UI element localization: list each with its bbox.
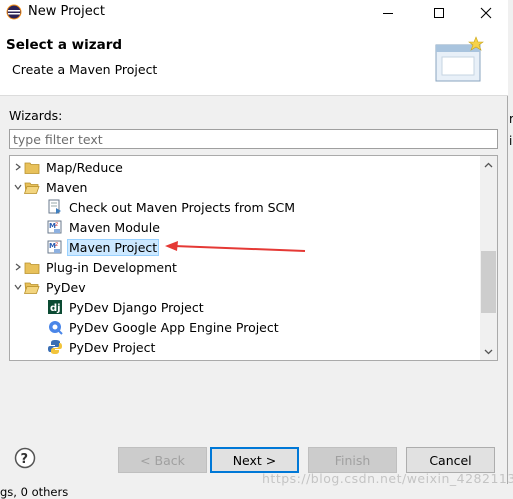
chevron-down-icon[interactable] — [12, 277, 24, 297]
tree-item-label: Check out Maven Projects from SCM — [69, 199, 296, 215]
tree-item-label: Maven — [46, 179, 88, 195]
tree-item-plug-in-development[interactable]: Plug-in Development — [12, 257, 179, 277]
eclipse-app-icon — [6, 4, 22, 20]
tree-item-label: Maven Module — [69, 219, 160, 235]
new-project-dialog: New Project Select a wizard Create a Mav… — [0, 0, 513, 486]
filter-input[interactable] — [9, 129, 498, 149]
chevron-up-icon — [484, 162, 493, 167]
tree-item-check-out-maven-projects[interactable]: Check out Maven Projects from SCM — [47, 197, 297, 217]
maven-module-icon: M2 — [47, 219, 63, 235]
finish-button[interactable]: Finish — [308, 447, 397, 473]
maven-project-icon: M2 — [47, 239, 63, 255]
tree-item-label: PyDev Project — [69, 339, 156, 355]
tree-item-label: PyDev Google App Engine Project — [69, 319, 279, 335]
close-icon — [480, 7, 492, 18]
folder-icon — [24, 159, 40, 175]
tree-item-map-reduce[interactable]: Map/Reduce — [12, 157, 125, 177]
tree-item-maven[interactable]: Maven — [12, 177, 89, 197]
maximize-button[interactable] — [419, 0, 459, 25]
wizards-label: Wizards: — [9, 108, 63, 123]
background-window-fragment: i — [509, 134, 513, 148]
scroll-up-button[interactable] — [480, 156, 497, 173]
tree-item-maven-project[interactable]: M2 Maven Project — [47, 237, 160, 257]
python-icon — [47, 339, 63, 355]
maximize-icon — [434, 7, 444, 18]
back-button[interactable]: < Back — [118, 447, 207, 473]
scroll-down-button[interactable] — [480, 343, 497, 360]
new-wizard-banner-icon — [432, 35, 492, 87]
tree-item-label-selected: Maven Project — [67, 238, 160, 256]
django-icon: dj — [47, 299, 63, 315]
svg-text:dj: dj — [50, 303, 61, 314]
tree-item-pydev-google-app-engine-project[interactable]: PyDev Google App Engine Project — [47, 317, 281, 337]
google-app-engine-icon — [47, 319, 63, 335]
cancel-button[interactable]: Cancel — [406, 447, 495, 473]
tree-item-pydev[interactable]: PyDev — [12, 277, 88, 297]
tree-item-label: Map/Reduce — [46, 159, 123, 175]
wizard-header: Select a wizard Create a Maven Project — [0, 25, 508, 96]
chevron-down-icon — [484, 349, 493, 354]
wizard-tree[interactable]: Map/Reduce Maven Check out Maven Project… — [9, 155, 498, 361]
window-title: New Project — [28, 4, 105, 19]
svg-text:2: 2 — [55, 242, 58, 248]
tree-item-label: PyDev Django Project — [69, 299, 204, 315]
chevron-right-icon[interactable] — [12, 257, 24, 277]
svg-text:?: ? — [21, 452, 29, 467]
page-title: Select a wizard — [6, 37, 123, 53]
close-button[interactable] — [466, 0, 506, 25]
tree-item-maven-module[interactable]: M2 Maven Module — [47, 217, 162, 237]
tree-item-pydev-django-project[interactable]: dj PyDev Django Project — [47, 297, 206, 317]
next-button[interactable]: Next > — [210, 447, 299, 473]
minimize-button[interactable] — [368, 0, 408, 25]
title-bar: New Project — [0, 0, 508, 25]
background-window-fragment: r — [509, 112, 513, 126]
help-button[interactable]: ? — [14, 447, 36, 469]
page-description: Create a Maven Project — [12, 62, 158, 77]
tree-item-pydev-project[interactable]: PyDev Project — [47, 337, 157, 357]
minimize-icon — [383, 12, 393, 14]
tree-item-label: Plug-in Development — [46, 259, 177, 275]
folder-icon — [24, 259, 40, 275]
tree-scrollbar[interactable] — [480, 156, 497, 360]
watermark-text: https://blog.csdn.net/weixin_42821133 — [262, 471, 513, 486]
folder-open-icon — [23, 279, 40, 295]
help-icon: ? — [14, 447, 36, 469]
background-status-text: gs, 0 others — [0, 485, 69, 499]
scm-checkout-icon — [47, 199, 63, 215]
svg-text:2: 2 — [55, 222, 58, 228]
folder-open-icon — [23, 179, 40, 195]
tree-item-label: PyDev — [46, 279, 86, 295]
chevron-right-icon[interactable] — [12, 157, 24, 177]
chevron-down-icon[interactable] — [12, 177, 24, 197]
scroll-thumb[interactable] — [481, 251, 496, 313]
